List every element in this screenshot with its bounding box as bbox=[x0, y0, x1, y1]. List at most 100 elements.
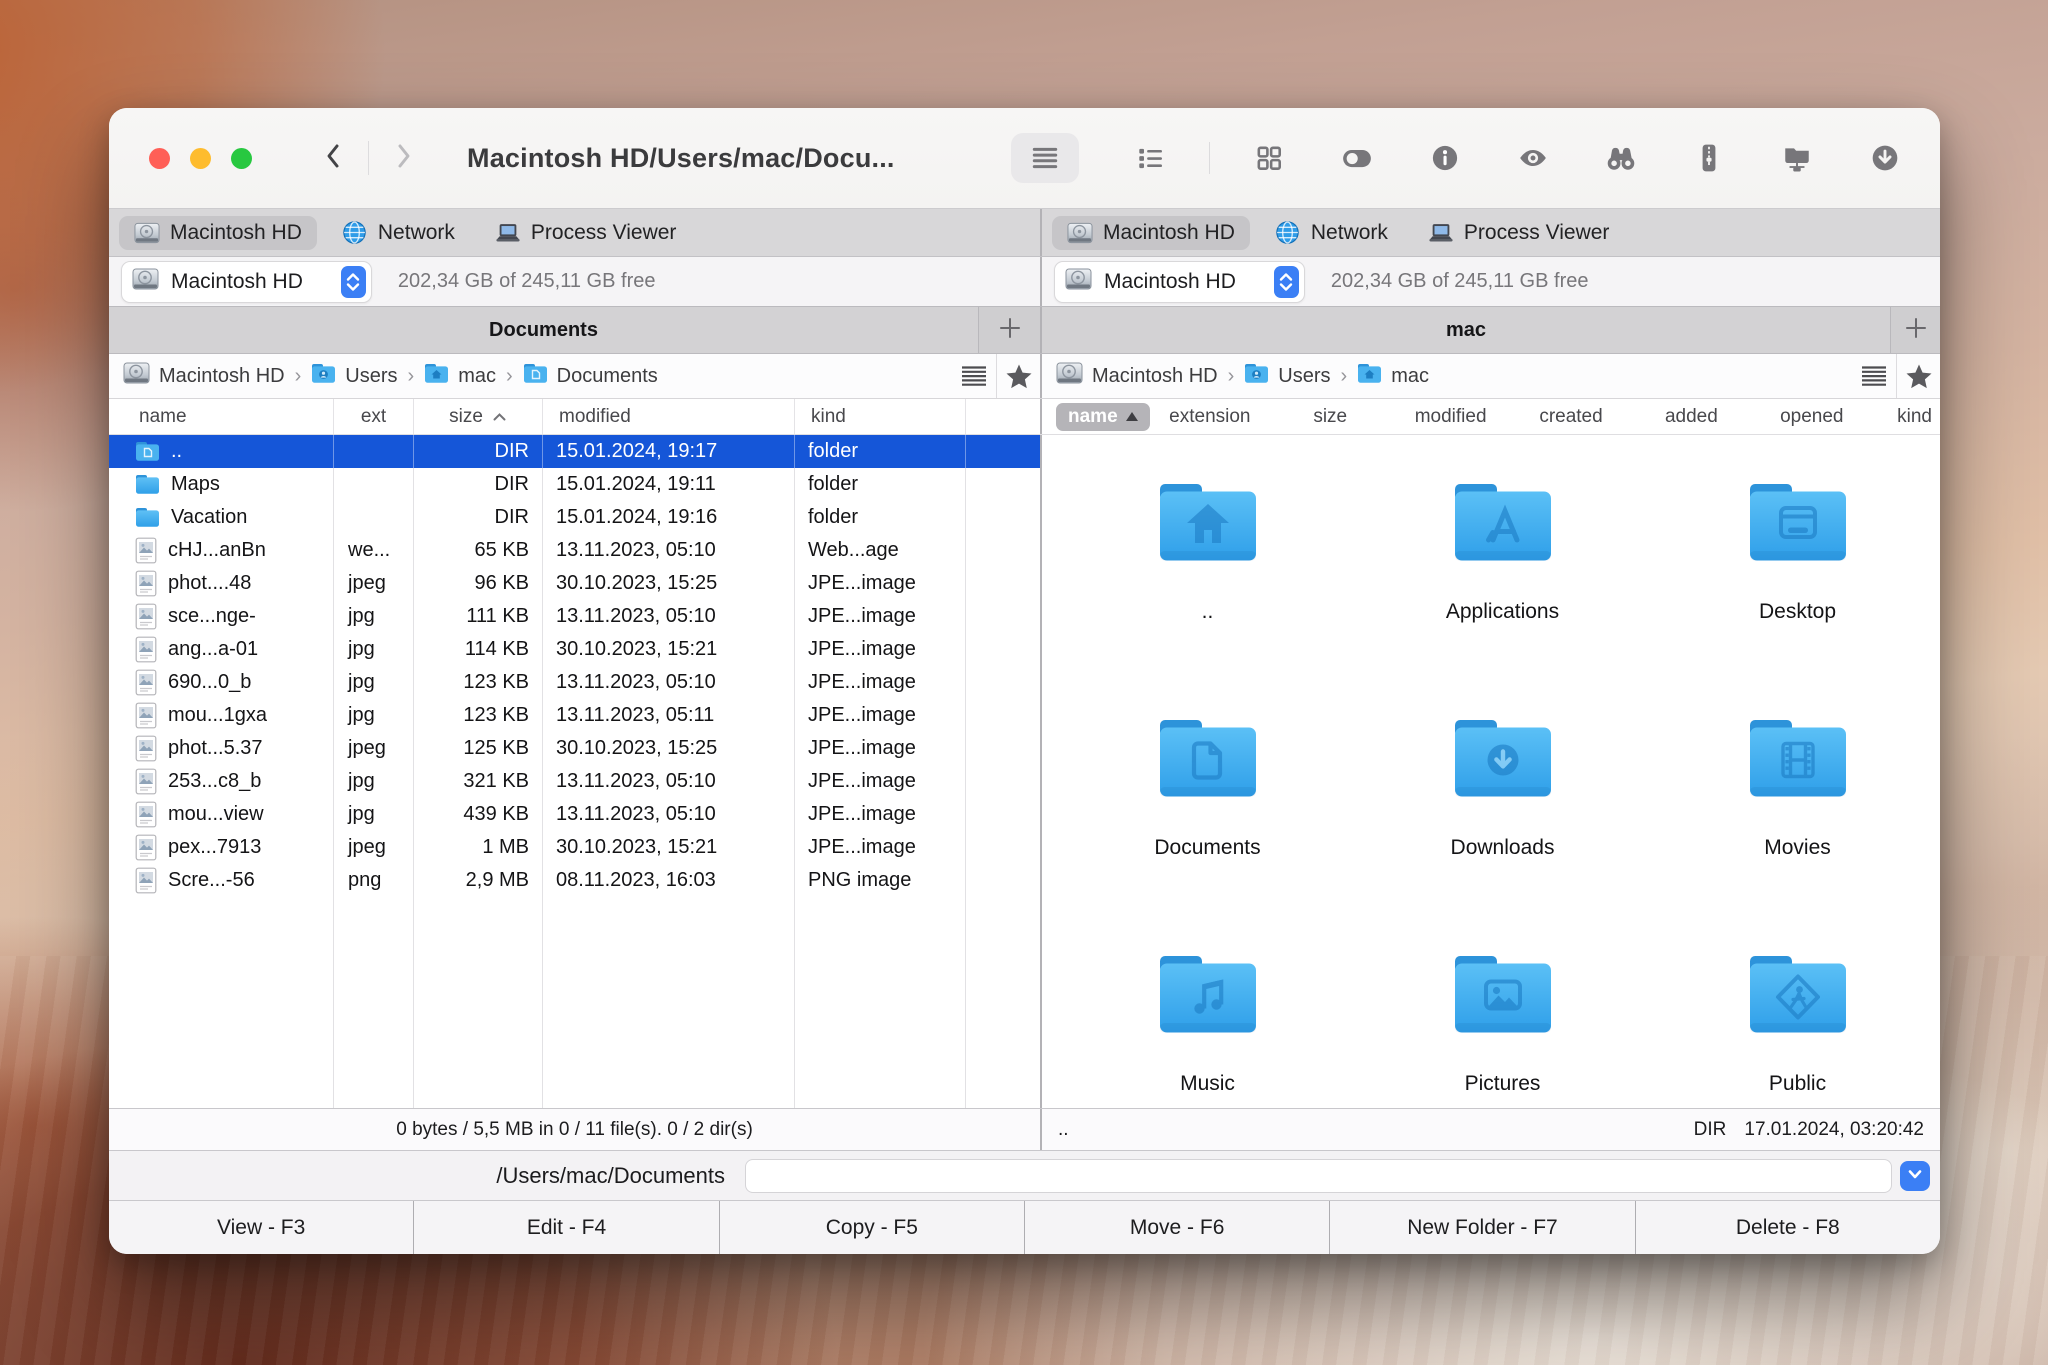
list-settings-icon[interactable] bbox=[1852, 354, 1896, 399]
forward-button[interactable] bbox=[393, 140, 415, 177]
right-status-name: .. bbox=[1058, 1119, 1069, 1141]
file-row[interactable]: phot...5.37jpeg125 KB30.10.2023, 15:25JP… bbox=[109, 732, 1040, 765]
file-row[interactable]: cHJ...anBnwe...65 KB13.11.2023, 05:10Web… bbox=[109, 534, 1040, 567]
fkey-f3[interactable]: View - F3 bbox=[109, 1201, 413, 1254]
column-header-size[interactable]: size bbox=[1270, 406, 1390, 428]
file-row[interactable]: mou...1gxajpg123 KB13.11.2023, 05:11JPE.… bbox=[109, 699, 1040, 732]
breadcrumb-item-mac[interactable]: mac bbox=[1357, 363, 1429, 390]
breadcrumb-item-mac[interactable]: mac bbox=[424, 363, 496, 390]
file-row[interactable]: ..DIR15.01.2024, 19:17folder bbox=[109, 435, 1040, 468]
file-row[interactable]: mou...viewjpg439 KB13.11.2023, 05:10JPE.… bbox=[109, 798, 1040, 831]
selected-view-toggle[interactable] bbox=[1011, 133, 1079, 183]
grid-item-documents[interactable]: Documents bbox=[1088, 717, 1328, 953]
column-header-modified[interactable]: modified bbox=[542, 399, 794, 434]
left-add-tab-button[interactable] bbox=[978, 307, 1040, 353]
archive-zip-icon[interactable] bbox=[1692, 141, 1726, 175]
pane-tab-macintosh-hd[interactable]: Macintosh HD bbox=[119, 216, 317, 250]
breadcrumb-item-users[interactable]: Users bbox=[311, 363, 397, 390]
column-header-name-sorted[interactable]: name bbox=[1056, 403, 1150, 431]
favorites-star-icon[interactable] bbox=[996, 354, 1040, 399]
grid-item-movies[interactable]: Movies bbox=[1678, 717, 1918, 953]
file-row[interactable]: 690...0_bjpg123 KB13.11.2023, 05:10JPE..… bbox=[109, 666, 1040, 699]
file-image-icon bbox=[135, 867, 157, 894]
column-header-extension[interactable]: extension bbox=[1150, 406, 1270, 428]
breadcrumb-item-macintosh-hd[interactable]: Macintosh HD bbox=[123, 361, 285, 391]
drive-selector[interactable]: Macintosh HD bbox=[1054, 261, 1305, 303]
file-kind-cell: JPE...image bbox=[794, 699, 965, 732]
drive-stepper[interactable] bbox=[341, 266, 366, 298]
file-ext-cell bbox=[333, 501, 413, 534]
file-row[interactable]: pex...7913jpeg1 MB30.10.2023, 15:21JPE..… bbox=[109, 831, 1040, 864]
file-row[interactable]: VacationDIR15.01.2024, 19:16folder bbox=[109, 501, 1040, 534]
quick-look-icon[interactable] bbox=[1516, 141, 1550, 175]
favorites-star-icon[interactable] bbox=[1896, 354, 1940, 399]
grid-item-label: Documents bbox=[1154, 836, 1260, 860]
grid-item--[interactable]: .. bbox=[1088, 481, 1328, 717]
minimize-button[interactable] bbox=[190, 148, 211, 169]
column-header-kind[interactable]: kind bbox=[1872, 406, 1932, 428]
left-file-list: ..DIR15.01.2024, 19:17folderMapsDIR15.01… bbox=[109, 435, 1040, 1108]
view-list-icon[interactable] bbox=[1028, 141, 1062, 175]
column-header-ext[interactable]: ext bbox=[333, 399, 413, 434]
close-button[interactable] bbox=[149, 148, 170, 169]
command-history-button[interactable] bbox=[1900, 1161, 1930, 1191]
pane-tab-macintosh-hd[interactable]: Macintosh HD bbox=[1052, 216, 1250, 250]
pane-tab-network[interactable]: Network bbox=[1260, 216, 1403, 250]
list-settings-icon[interactable] bbox=[952, 354, 996, 399]
file-row[interactable]: MapsDIR15.01.2024, 19:11folder bbox=[109, 468, 1040, 501]
view-grid-icon[interactable] bbox=[1252, 141, 1286, 175]
grid-item-label: Pictures bbox=[1465, 1072, 1541, 1096]
drive-stepper[interactable] bbox=[1274, 266, 1299, 298]
pane-tab-process-viewer[interactable]: Process Viewer bbox=[480, 216, 692, 250]
column-header-kind[interactable]: kind bbox=[794, 399, 965, 434]
column-header-size[interactable]: size bbox=[413, 399, 542, 434]
back-button[interactable] bbox=[322, 140, 344, 177]
file-size-cell: 2,9 MB bbox=[413, 864, 542, 897]
grid-item-desktop[interactable]: Desktop bbox=[1678, 481, 1918, 717]
folder-public-icon bbox=[1748, 953, 1848, 1040]
right-add-tab-button[interactable] bbox=[1890, 307, 1940, 353]
command-input[interactable] bbox=[745, 1159, 1892, 1193]
pane-tab-process-viewer[interactable]: Process Viewer bbox=[1413, 216, 1625, 250]
column-header-name[interactable]: name bbox=[109, 399, 333, 434]
right-icon-grid: .. Applications Desktop Documents Downlo… bbox=[1042, 435, 1940, 1108]
file-name-cell: sce...nge- bbox=[109, 600, 333, 633]
breadcrumb-item-macintosh-hd[interactable]: Macintosh HD bbox=[1056, 361, 1218, 391]
network-share-icon[interactable] bbox=[1780, 141, 1814, 175]
fkey-f7[interactable]: New Folder - F7 bbox=[1329, 1201, 1634, 1254]
search-binoculars-icon[interactable] bbox=[1604, 141, 1638, 175]
view-detail-icon[interactable] bbox=[1133, 141, 1167, 175]
column-header-created[interactable]: created bbox=[1511, 406, 1631, 428]
toggle-hidden-icon[interactable] bbox=[1340, 141, 1374, 175]
column-header-modified[interactable]: modified bbox=[1390, 406, 1510, 428]
file-row[interactable]: sce...nge-jpg111 KB13.11.2023, 05:10JPE.… bbox=[109, 600, 1040, 633]
fkey-f8[interactable]: Delete - F8 bbox=[1635, 1201, 1940, 1254]
column-header-added[interactable]: added bbox=[1631, 406, 1751, 428]
left-tab-title[interactable]: Documents bbox=[109, 307, 978, 353]
file-kind-cell: folder bbox=[794, 435, 965, 468]
fkey-f6[interactable]: Move - F6 bbox=[1024, 1201, 1329, 1254]
file-row[interactable]: phot....48jpeg96 KB30.10.2023, 15:25JPE.… bbox=[109, 567, 1040, 600]
file-size-cell: 321 KB bbox=[413, 765, 542, 798]
zoom-button[interactable] bbox=[231, 148, 252, 169]
grid-item-label: Music bbox=[1180, 1072, 1235, 1096]
column-header-opened[interactable]: opened bbox=[1752, 406, 1872, 428]
fkey-f5[interactable]: Copy - F5 bbox=[719, 1201, 1024, 1254]
right-tab-title[interactable]: mac bbox=[1042, 307, 1890, 353]
download-icon[interactable] bbox=[1868, 141, 1902, 175]
drive-selector[interactable]: Macintosh HD bbox=[121, 261, 372, 303]
fkey-f4[interactable]: Edit - F4 bbox=[413, 1201, 718, 1254]
file-ext-cell: jpeg bbox=[333, 732, 413, 765]
file-manager-window: Macintosh HD/Users/mac/Docu... Macintosh… bbox=[109, 108, 1940, 1254]
breadcrumb-item-documents[interactable]: Documents bbox=[523, 363, 658, 390]
grid-item-downloads[interactable]: Downloads bbox=[1383, 717, 1623, 953]
file-row[interactable]: 253...c8_bjpg321 KB13.11.2023, 05:10JPE.… bbox=[109, 765, 1040, 798]
pane-tab-network[interactable]: Network bbox=[327, 216, 470, 250]
file-row[interactable]: Scre...-56png2,9 MB08.11.2023, 16:03PNG … bbox=[109, 864, 1040, 897]
grid-item-applications[interactable]: Applications bbox=[1383, 481, 1623, 717]
file-row[interactable]: ang...a-01jpg114 KB30.10.2023, 15:21JPE.… bbox=[109, 633, 1040, 666]
file-name-cell: phot....48 bbox=[109, 567, 333, 600]
info-icon[interactable] bbox=[1428, 141, 1462, 175]
file-modified-cell: 13.11.2023, 05:10 bbox=[542, 765, 794, 798]
breadcrumb-item-users[interactable]: Users bbox=[1244, 363, 1330, 390]
